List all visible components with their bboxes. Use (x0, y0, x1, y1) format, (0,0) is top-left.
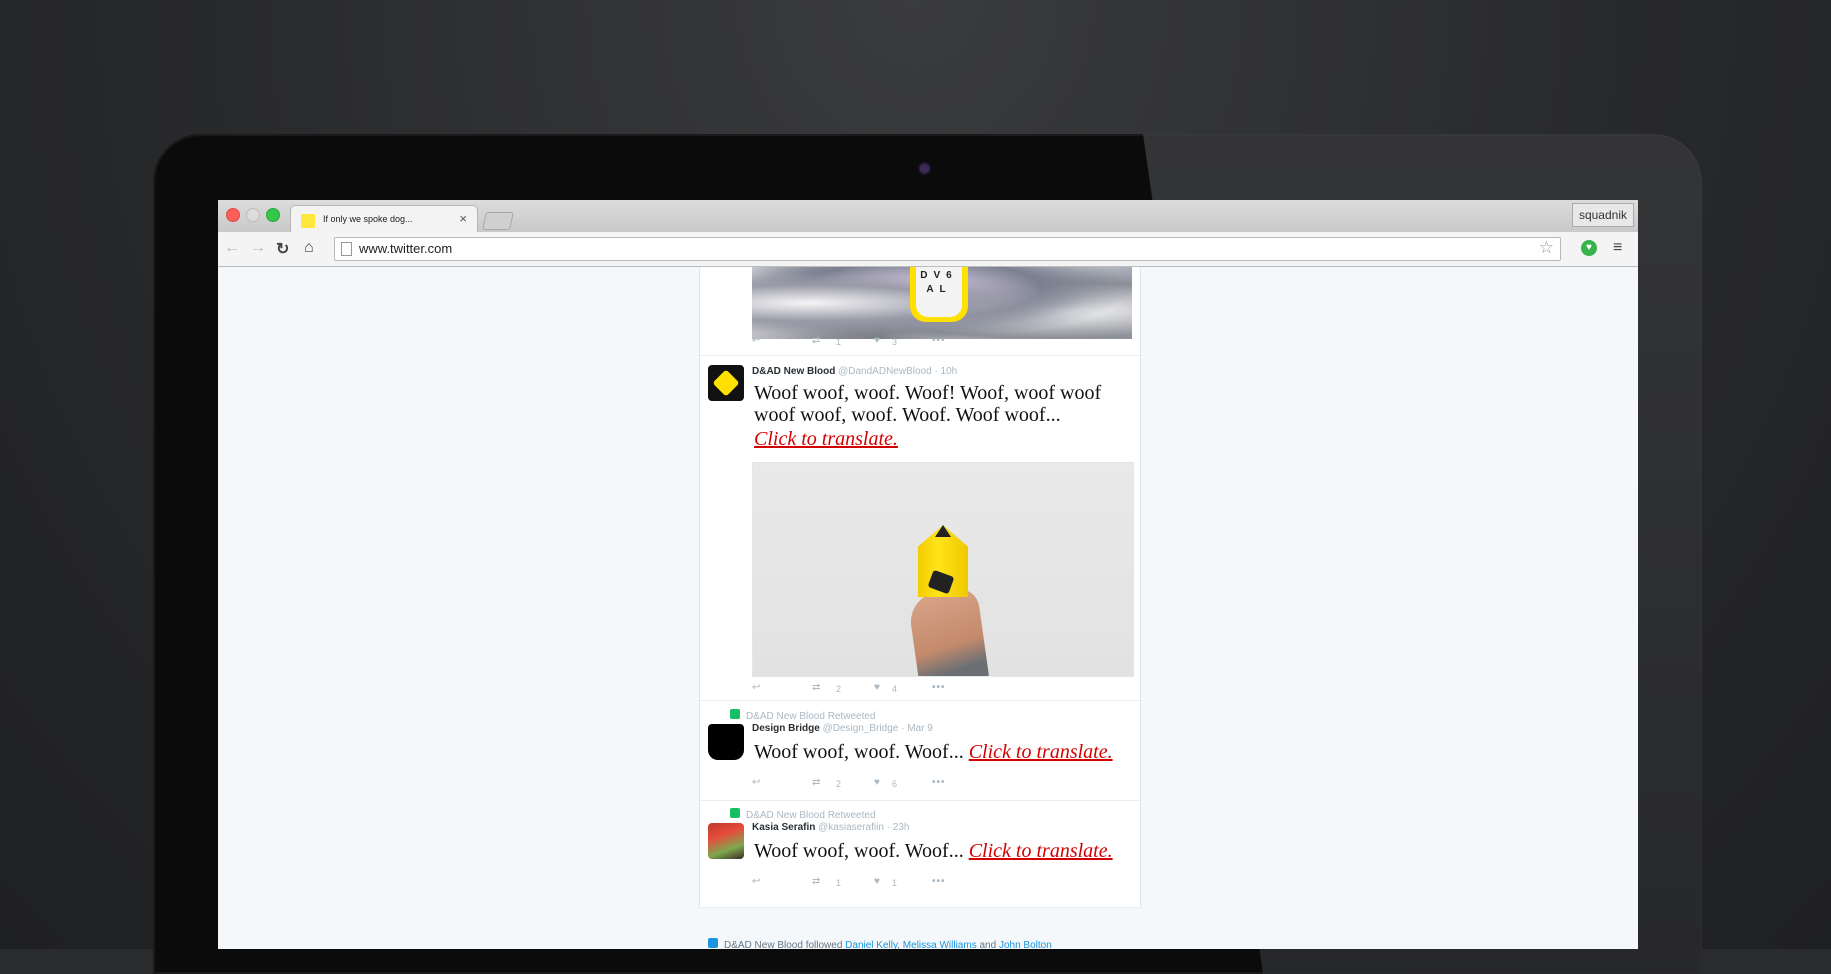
reload-icon[interactable]: ↻ (276, 239, 289, 259)
avatar[interactable] (708, 724, 744, 760)
followed-and: and (979, 940, 997, 949)
tab-favicon-icon (301, 214, 315, 228)
like-count: 6 (892, 779, 898, 789)
extension-icon[interactable]: ♥ (1581, 240, 1597, 256)
retweet-count: 1 (836, 337, 842, 347)
followed-person-link[interactable]: Daniel Kelly (845, 940, 897, 949)
media-badge: DV6 AL (910, 267, 968, 322)
like-icon[interactable]: ♥ (874, 777, 880, 788)
home-icon[interactable]: ⌂ (304, 239, 314, 257)
browser-titlebar: If only we spoke dog... × squadnik (218, 200, 1638, 233)
more-options-icon[interactable]: ••• (932, 876, 946, 887)
tweet-text-line-1: Woof woof, woof. Woof! Woof, woof woof (754, 382, 1102, 404)
tweet-time[interactable]: · Mar 9 (901, 723, 933, 734)
tweet-text-line-2: woof woof, woof. Woof. Woof woof... (754, 404, 1061, 426)
reply-icon[interactable]: ↩ (752, 335, 760, 346)
translate-link[interactable]: Click to translate. (969, 840, 1113, 862)
tweet-text-body: Woof woof, woof. Woof... (754, 741, 964, 763)
minimize-window-button[interactable] (246, 208, 260, 222)
retweet-icon[interactable]: ⇄ (812, 335, 820, 346)
tweet-time[interactable]: · 10h (934, 366, 957, 377)
tweet-item: D&AD New Blood @DandADNewBlood · 10h Woo… (700, 355, 1140, 701)
author-handle[interactable]: @kasiaserafiin (818, 822, 884, 833)
twitter-page: DV6 AL ↩ ⇄ 1 ♥ 3 ••• D&AD New Blood @Dan… (218, 267, 1638, 949)
tweet-header: D&AD New Blood @DandADNewBlood · 10h (752, 366, 957, 377)
like-count: 4 (892, 684, 898, 694)
webcam-icon (920, 164, 929, 173)
browser-tab[interactable]: If only we spoke dog... × (290, 205, 478, 233)
like-count: 3 (892, 337, 898, 347)
tweet-item: D&AD New Blood Retweeted Design Bridge @… (700, 700, 1140, 801)
tweet-item: DV6 AL ↩ ⇄ 1 ♥ 3 ••• (700, 267, 1140, 356)
hand-shape (907, 586, 989, 676)
timeline-stream: DV6 AL ↩ ⇄ 1 ♥ 3 ••• D&AD New Blood @Dan… (699, 267, 1141, 908)
retweet-badge-icon (730, 808, 740, 818)
pencil-tip-shape (935, 525, 951, 537)
forward-arrow-icon[interactable]: → (250, 239, 266, 257)
laptop-screen: If only we spoke dog... × squadnik ← → ↻… (218, 200, 1638, 949)
browser-menu-icon[interactable]: ≡ (1613, 239, 1622, 257)
retweet-count: 2 (836, 684, 842, 694)
back-arrow-icon[interactable]: ← (224, 239, 240, 257)
address-bar[interactable]: www.twitter.com ☆ (334, 237, 1561, 261)
author-handle[interactable]: @DandADNewBlood (838, 366, 932, 377)
author-handle[interactable]: @Design_Bridge (823, 723, 899, 734)
tweet-item: D&AD New Blood Retweeted Kasia Serafin @… (700, 800, 1140, 908)
tweet-text: Woof woof, woof. Woof... Click to transl… (754, 840, 1113, 862)
author-name[interactable]: D&AD New Blood (752, 366, 835, 377)
retweet-badge-icon (730, 709, 740, 719)
reply-icon[interactable]: ↩ (752, 876, 760, 887)
followed-person-link[interactable]: John Bolton (999, 940, 1052, 949)
like-icon[interactable]: ♥ (874, 876, 880, 887)
translate-link[interactable]: Click to translate. (754, 428, 898, 450)
media-badge-text: DV6 AL (916, 267, 962, 317)
retweeted-by-text[interactable]: D&AD New Blood Retweeted (746, 810, 876, 821)
more-options-icon[interactable]: ••• (932, 335, 946, 346)
more-options-icon[interactable]: ••• (932, 682, 946, 693)
bookmark-star-icon[interactable]: ☆ (1539, 238, 1554, 258)
like-icon[interactable]: ♥ (874, 335, 880, 346)
browser-toolbar: ← → ↻ ⌂ www.twitter.com ☆ ♥ ≡ (218, 232, 1638, 267)
new-tab-button[interactable] (482, 212, 514, 230)
followed-notice: D&AD New Blood followed Daniel Kelly, Me… (708, 938, 1052, 949)
retweet-icon[interactable]: ⇄ (812, 682, 820, 693)
tweet-text-body: Woof woof, woof. Woof... (754, 840, 964, 862)
tweet-header: Design Bridge @Design_Bridge · Mar 9 (752, 723, 933, 734)
page-icon (341, 242, 352, 256)
retweeted-by-line: D&AD New Blood Retweeted (730, 808, 876, 821)
tab-title: If only we spoke dog... (323, 214, 413, 224)
reply-icon[interactable]: ↩ (752, 777, 760, 788)
tweet-photo[interactable] (752, 462, 1134, 677)
reply-icon[interactable]: ↩ (752, 682, 760, 693)
retweeted-by-text[interactable]: D&AD New Blood Retweeted (746, 711, 876, 722)
like-count: 1 (892, 878, 898, 888)
tweet-time[interactable]: · 23h (887, 822, 910, 833)
tweet-header: Kasia Serafin @kasiaserafiin · 23h (752, 822, 909, 833)
followed-prefix: D&AD New Blood followed (724, 940, 843, 949)
retweet-icon[interactable]: ⇄ (812, 777, 820, 788)
tweet-media-image[interactable]: DV6 AL (752, 267, 1132, 339)
retweet-count: 1 (836, 878, 842, 888)
author-name[interactable]: Kasia Serafin (752, 822, 815, 833)
avatar[interactable] (708, 823, 744, 859)
like-icon[interactable]: ♥ (874, 682, 880, 693)
followed-person-link[interactable]: Melissa Williams (903, 940, 977, 949)
author-name[interactable]: Design Bridge (752, 723, 820, 734)
zoom-window-button[interactable] (266, 208, 280, 222)
tab-close-icon[interactable]: × (459, 211, 467, 226)
tweet-text: Woof woof, woof. Woof... Click to transl… (754, 741, 1113, 763)
translate-link[interactable]: Click to translate. (969, 741, 1113, 763)
dad-logo-icon (712, 369, 740, 397)
retweet-count: 2 (836, 779, 842, 789)
profile-button[interactable]: squadnik (1571, 203, 1634, 227)
url-text[interactable]: www.twitter.com (359, 241, 452, 256)
retweet-icon[interactable]: ⇄ (812, 876, 820, 887)
more-options-icon[interactable]: ••• (932, 777, 946, 788)
retweeted-by-line: D&AD New Blood Retweeted (730, 709, 876, 722)
follow-icon (708, 938, 718, 948)
close-window-button[interactable] (226, 208, 240, 222)
followed-sep: , (897, 940, 901, 949)
avatar[interactable] (708, 365, 744, 401)
